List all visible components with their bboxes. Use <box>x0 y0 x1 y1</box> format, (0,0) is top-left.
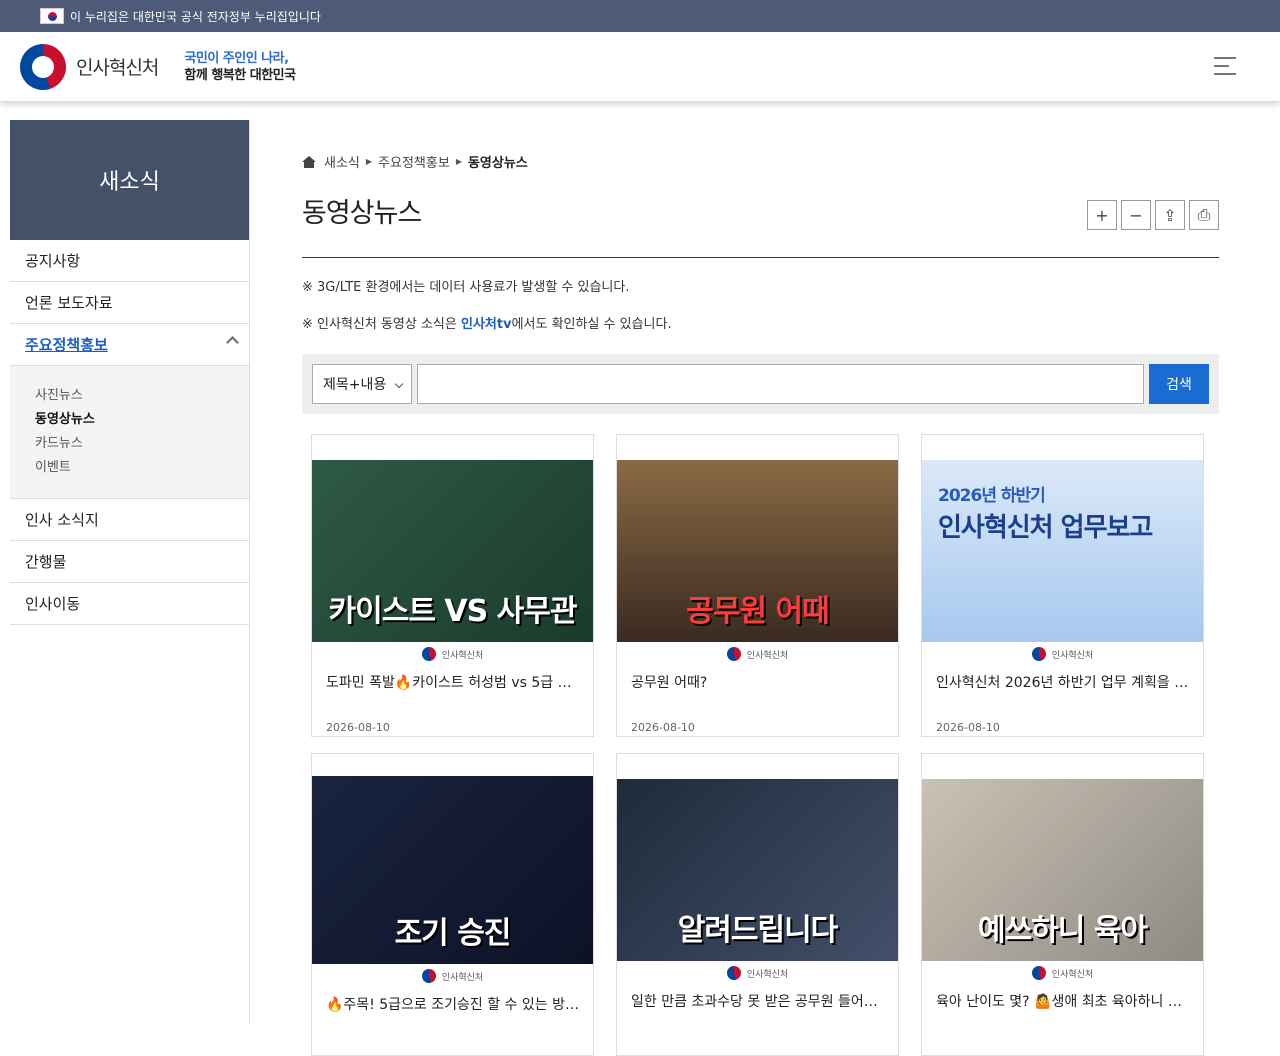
thumbnail-caption: 카이스트 VS 사무관 <box>328 594 578 629</box>
submenu-video-news[interactable]: 동영상뉴스 <box>35 408 224 432</box>
hamburger-menu-icon[interactable] <box>1214 57 1236 75</box>
video-date: 2026-08-10 <box>631 721 695 734</box>
breadcrumb-current: 동영상뉴스 <box>467 156 528 171</box>
search-scope-select[interactable]: 제목+내용 <box>312 364 412 404</box>
slogan-line1: 국민이 주인인 나라, <box>184 50 289 66</box>
channel-logo-icon <box>1031 647 1046 661</box>
video-card[interactable]: 공무원 어때 인사혁신처 공무원 어때? 2026-08-10 <box>616 434 899 737</box>
zoom-in-icon[interactable]: + <box>1087 200 1117 230</box>
notice-data-usage: ※ 3G/LTE 환경에서는 데이터 사용료가 발생할 수 있습니다. <box>302 280 630 295</box>
zoom-out-icon[interactable]: − <box>1121 200 1151 230</box>
breadcrumb: 새소식 ▶ 주요정책홍보 ▶ 동영상뉴스 <box>302 152 1219 171</box>
breadcrumb-separator-icon: ▶ <box>455 157 462 166</box>
search-bar: 제목+내용 검색 <box>302 354 1219 414</box>
gov-banner: 이 누리집은 대한민국 공식 전자정부 누리집입니다 <box>0 0 1280 32</box>
video-date: 2026-08-10 <box>326 721 390 734</box>
breadcrumb-item[interactable]: 주요정책홍보 <box>378 152 450 171</box>
video-thumbnail[interactable]: 알려드립니다 <box>617 779 898 961</box>
video-thumbnail[interactable]: 2026년 하반기인사혁신처 업무보고 <box>922 460 1203 642</box>
video-thumbnail[interactable]: 공무원 어때 <box>617 460 898 642</box>
sidebar-item-label: 주요정책홍보 <box>25 336 108 354</box>
site-header: 인사혁신처 국민이 주인인 나라, 함께 행복한 대한민국 <box>0 32 1280 102</box>
video-thumbnail[interactable]: 카이스트 VS 사무관 <box>312 460 593 642</box>
slogan: 국민이 주인인 나라, 함께 행복한 대한민국 <box>184 50 296 84</box>
channel-name: 인사혁신처 <box>441 650 484 661</box>
video-title[interactable]: 공무원 어때? <box>617 672 898 692</box>
video-card[interactable]: 카이스트 VS 사무관 인사혁신처 도파민 폭발🔥카이스트 허성범 vs 5급 … <box>311 434 594 737</box>
video-title[interactable]: 🔥주목! 5급으로 조기승진 할 수 있는 방… <box>312 994 593 1014</box>
channel-label: 인사혁신처 <box>617 642 898 666</box>
video-thumbnail[interactable]: 조기 승진 <box>312 776 593 964</box>
sidebar-item-transfers[interactable]: 인사이동 <box>10 583 249 625</box>
channel-label: 인사혁신처 <box>312 964 593 988</box>
submenu-card-news[interactable]: 카드뉴스 <box>35 432 224 456</box>
channel-label: 인사혁신처 <box>922 961 1203 985</box>
sidebar-title: 새소식 <box>10 120 249 240</box>
sidebar-item-newsletter[interactable]: 인사 소식지 <box>10 499 249 541</box>
breadcrumb-item[interactable]: 새소식 <box>324 152 360 171</box>
video-card[interactable]: 예쓰하니 육아 인사혁신처 육아 난이도 몇? 🤷생애 최초 육아하니 예… <box>921 753 1204 1056</box>
thumbnail-caption: 공무원 어때 <box>686 594 829 629</box>
channel-logo-icon <box>726 966 741 980</box>
video-thumbnail[interactable]: 예쓰하니 육아 <box>922 779 1203 961</box>
breadcrumb-separator-icon: ▶ <box>365 157 373 166</box>
sidebar-item-notices[interactable]: 공지사항 <box>10 240 249 282</box>
sidebar-submenu: 사진뉴스 동영상뉴스 카드뉴스 이벤트 <box>10 366 249 499</box>
video-card[interactable]: 조기 승진 인사혁신처 🔥주목! 5급으로 조기승진 할 수 있는 방… <box>311 753 594 1056</box>
sidebar-item-press[interactable]: 언론 보도자료 <box>10 282 249 324</box>
slogan-line2: 함께 행복한 대한민국 <box>184 67 296 83</box>
page-tools: + − ⇪ ⎙ <box>1087 200 1219 230</box>
channel-logo-icon <box>726 647 741 661</box>
thumbnail-caption: 알려드립니다 <box>677 913 839 948</box>
video-grid: 카이스트 VS 사무관 인사혁신처 도파민 폭발🔥카이스트 허성범 vs 5급 … <box>302 434 1219 1056</box>
video-title[interactable]: 인사혁신처 2026년 하반기 업무 계획을 … <box>922 672 1203 692</box>
video-date: 2026-08-10 <box>936 721 1000 734</box>
channel-name: 인사혁신처 <box>746 650 789 661</box>
submenu-events[interactable]: 이벤트 <box>35 456 224 480</box>
video-card[interactable]: 2026년 하반기인사혁신처 업무보고 인사혁신처 인사혁신처 2026년 하반… <box>921 434 1204 737</box>
channel-name: 인사혁신처 <box>746 969 789 980</box>
video-title[interactable]: 도파민 폭발🔥카이스트 허성범 vs 5급 사… <box>312 672 593 692</box>
search-input[interactable] <box>417 364 1144 404</box>
search-button[interactable]: 검색 <box>1149 364 1209 404</box>
sidebar: 새소식 공지사항 언론 보도자료 주요정책홍보 사진뉴스 동영상뉴스 카드뉴스 … <box>10 120 250 1024</box>
video-title[interactable]: 육아 난이도 몇? 🤷생애 최초 육아하니 예… <box>922 991 1203 1011</box>
channel-label: 인사혁신처 <box>922 642 1203 666</box>
main-content: 새소식 ▶ 주요정책홍보 ▶ 동영상뉴스 동영상뉴스 + − ⇪ ⎙ ※ 3G/… <box>302 120 1219 1056</box>
home-icon[interactable] <box>302 155 316 168</box>
share-icon[interactable]: ⇪ <box>1155 200 1185 230</box>
submenu-photo-news[interactable]: 사진뉴스 <box>35 384 224 408</box>
video-title[interactable]: 일한 만큼 초과수당 못 받은 공무원 들어오… <box>617 991 898 1011</box>
thumbnail-caption: 예쓰하니 육아 <box>977 913 1148 948</box>
logo-text[interactable]: 인사혁신처 <box>76 53 159 80</box>
sidebar-item-publications[interactable]: 간행물 <box>10 541 249 583</box>
channel-label: 인사혁신처 <box>312 642 593 666</box>
title-divider <box>302 257 1219 258</box>
print-icon[interactable]: ⎙ <box>1189 200 1219 230</box>
channel-logo-icon <box>1031 966 1046 980</box>
channel-logo-icon <box>421 647 436 661</box>
thumbnail-caption-small: 2026년 하반기 <box>938 486 1046 506</box>
channel-link[interactable]: 인사처tv <box>461 317 512 332</box>
video-card[interactable]: 알려드립니다 인사혁신처 일한 만큼 초과수당 못 받은 공무원 들어오… <box>616 753 899 1056</box>
channel-label: 인사혁신처 <box>617 961 898 985</box>
channel-logo-icon <box>421 969 436 983</box>
notice-channel: ※ 인사혁신처 동영상 소식은 인사처tv에서도 확인하실 수 있습니다. <box>302 313 1219 332</box>
thumbnail-caption: 조기 승진 <box>394 916 512 951</box>
page-title: 동영상뉴스 <box>302 198 422 229</box>
thumbnail-caption: 2026년 하반기인사혁신처 업무보고 <box>938 480 1153 544</box>
korea-flag-icon <box>40 8 64 24</box>
gov-banner-text: 이 누리집은 대한민국 공식 전자정부 누리집입니다 <box>70 9 321 24</box>
thumbnail-caption-main: 인사혁신처 업무보고 <box>938 513 1153 543</box>
notice-text: 에서도 확인하실 수 있습니다. <box>511 317 672 332</box>
taegeuk-logo-icon[interactable] <box>20 43 66 90</box>
chevron-up-icon <box>226 336 239 349</box>
channel-name: 인사혁신처 <box>441 972 484 983</box>
channel-name: 인사혁신처 <box>1051 969 1094 980</box>
notice-text: ※ 인사혁신처 동영상 소식은 <box>302 317 461 332</box>
sidebar-item-policy[interactable]: 주요정책홍보 <box>10 324 249 366</box>
channel-name: 인사혁신처 <box>1051 650 1094 661</box>
